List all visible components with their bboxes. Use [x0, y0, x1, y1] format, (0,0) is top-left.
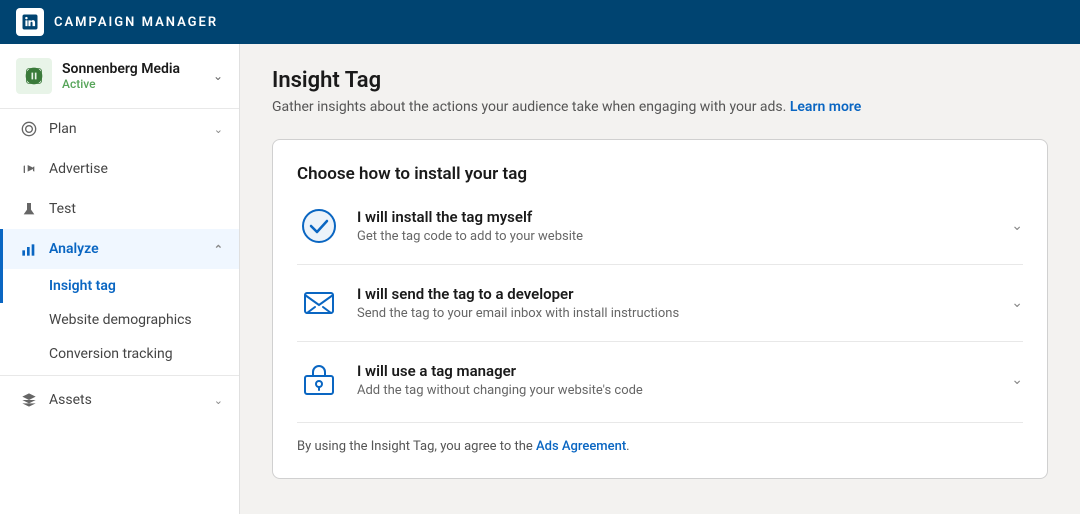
tag-manager-desc: Add the tag without changing your websit…: [357, 383, 1011, 398]
install-myself-content: I will install the tag myself Get the ta…: [357, 208, 1011, 244]
account-name: Sonnenberg Media: [62, 61, 213, 77]
send-developer-title: I will send the tag to a developer: [357, 285, 1011, 303]
tag-manager-title: I will use a tag manager: [357, 362, 1011, 380]
install-myself-option[interactable]: I will install the tag myself Get the ta…: [297, 204, 1023, 264]
plan-chevron-icon: ⌄: [214, 123, 223, 136]
learn-more-link[interactable]: Learn more: [790, 99, 861, 115]
send-developer-chevron-icon: ⌄: [1011, 295, 1023, 311]
send-developer-icon: [297, 281, 341, 325]
insight-tag-label: Insight tag: [49, 278, 116, 294]
test-icon: [19, 201, 39, 217]
account-selector[interactable]: Sonnenberg Media Active ⌄: [0, 44, 239, 109]
send-developer-option[interactable]: I will send the tag to a developer Send …: [297, 264, 1023, 341]
page-title: Insight Tag: [272, 68, 1048, 93]
send-developer-desc: Send the tag to your email inbox with in…: [357, 306, 1011, 321]
avatar: [16, 58, 52, 94]
install-myself-icon: [297, 204, 341, 248]
card-footer: By using the Insight Tag, you agree to t…: [297, 422, 1023, 454]
analyze-label: Analyze: [49, 241, 214, 257]
app-title: CAMPAIGN MANAGER: [54, 15, 218, 30]
install-myself-title: I will install the tag myself: [357, 208, 1011, 226]
install-tag-card: Choose how to install your tag I will in…: [272, 139, 1048, 479]
tag-manager-option[interactable]: I will use a tag manager Add the tag wit…: [297, 341, 1023, 418]
tag-manager-icon: [297, 358, 341, 402]
sidebar-item-test[interactable]: Test: [0, 189, 239, 229]
sidebar-item-website-demographics[interactable]: Website demographics: [0, 303, 239, 337]
sidebar-item-insight-tag[interactable]: Insight tag: [0, 269, 239, 303]
brand-logo: CAMPAIGN MANAGER: [16, 8, 218, 36]
advertise-icon: [19, 161, 39, 177]
account-status: Active: [62, 77, 213, 91]
sidebar-item-plan[interactable]: Plan ⌄: [0, 109, 239, 149]
conversion-tracking-label: Conversion tracking: [49, 346, 173, 362]
plan-icon: [19, 121, 39, 137]
sidebar-item-advertise[interactable]: Advertise: [0, 149, 239, 189]
nav-divider: [0, 375, 239, 376]
ads-agreement-link[interactable]: Ads Agreement: [536, 439, 626, 454]
sidebar-item-conversion-tracking[interactable]: Conversion tracking: [0, 337, 239, 371]
send-developer-content: I will send the tag to a developer Send …: [357, 285, 1011, 321]
top-navigation-bar: CAMPAIGN MANAGER: [0, 0, 1080, 44]
account-info: Sonnenberg Media Active: [62, 61, 213, 91]
assets-chevron-icon: ⌄: [214, 394, 223, 407]
assets-label: Assets: [49, 392, 214, 408]
website-demographics-label: Website demographics: [49, 312, 192, 328]
test-label: Test: [49, 201, 223, 217]
analyze-icon: [19, 241, 39, 257]
sidebar-item-assets[interactable]: Assets ⌄: [0, 380, 239, 420]
sidebar-item-analyze[interactable]: Analyze ⌃: [0, 229, 239, 269]
account-chevron-icon: ⌄: [213, 69, 223, 83]
tag-manager-chevron-icon: ⌄: [1011, 372, 1023, 388]
tag-manager-content: I will use a tag manager Add the tag wit…: [357, 362, 1011, 398]
card-title: Choose how to install your tag: [297, 164, 1023, 184]
analyze-chevron-icon: ⌃: [214, 243, 223, 256]
advertise-label: Advertise: [49, 161, 223, 177]
plan-label: Plan: [49, 121, 214, 137]
install-myself-chevron-icon: ⌄: [1011, 218, 1023, 234]
install-myself-desc: Get the tag code to add to your website: [357, 229, 1011, 244]
sidebar: Sonnenberg Media Active ⌄ Plan ⌄ Adverti…: [0, 44, 240, 514]
linkedin-icon: [16, 8, 44, 36]
page-subtitle: Gather insights about the actions your a…: [272, 99, 1048, 115]
assets-icon: [19, 392, 39, 408]
main-content: Insight Tag Gather insights about the ac…: [240, 44, 1080, 514]
